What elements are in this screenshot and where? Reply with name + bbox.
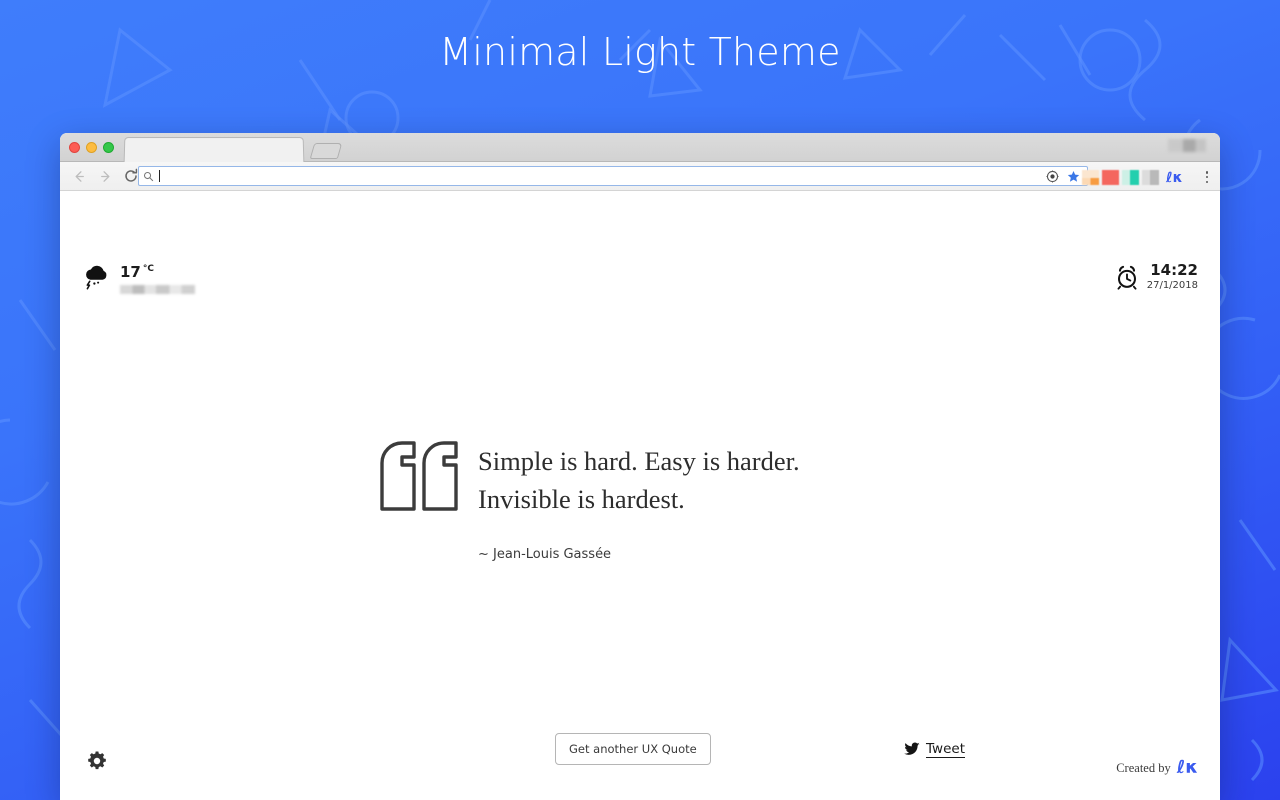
desktop-backdrop: Minimal Light Theme New Tab × xyxy=(0,0,1280,800)
weather-unit: °C xyxy=(142,264,154,274)
clock-widget[interactable]: 14:22 27/1/2018 xyxy=(1114,261,1198,292)
page-title: Minimal Light Theme xyxy=(439,30,841,74)
extension-red-icon[interactable] xyxy=(1102,170,1119,185)
weather-widget[interactable]: 17 °C xyxy=(82,263,195,294)
extensions-strip[interactable]: ℓκ xyxy=(1082,170,1183,185)
address-input[interactable] xyxy=(154,169,1046,183)
address-bar[interactable] xyxy=(138,166,1088,186)
forward-button[interactable] xyxy=(94,165,116,187)
close-window-button[interactable] xyxy=(69,142,80,153)
titlebar-redacted-region xyxy=(1168,139,1206,152)
search-icon xyxy=(143,171,154,181)
gear-icon xyxy=(88,751,106,770)
minimize-window-button[interactable] xyxy=(86,142,97,153)
credit-footer[interactable]: Created by ℓκ xyxy=(1116,759,1198,777)
browser-window: New Tab × xyxy=(60,133,1220,800)
window-controls[interactable] xyxy=(69,142,114,153)
quote-author: ~ Jean-Louis Gassée xyxy=(478,547,612,563)
weather-location-redacted xyxy=(120,285,195,294)
new-tab-button[interactable] xyxy=(309,143,343,159)
maximize-window-button[interactable] xyxy=(103,142,114,153)
quote-line-1: Simple is hard. Easy is harder. xyxy=(478,446,800,476)
quote-line-2: Invisible is hardest. xyxy=(478,483,685,514)
extension-uxchrome-icon[interactable]: ℓκ xyxy=(1166,171,1183,185)
settings-button[interactable] xyxy=(86,750,108,777)
twitter-bird-icon xyxy=(904,742,920,755)
new-tab-page: 17 °C 14:22 27/1/2018 Simple is hard. Ea… xyxy=(60,191,1220,799)
double-quote-icon xyxy=(380,441,458,511)
extension-teal-icon[interactable] xyxy=(1122,170,1139,185)
thunderstorm-cloud-icon xyxy=(86,265,107,290)
clock-time: 14:22 xyxy=(1150,261,1198,279)
browser-menu-button[interactable] xyxy=(1200,169,1214,185)
get-another-quote-button[interactable]: Get another UX Quote xyxy=(555,733,711,765)
tweet-link[interactable]: Tweet xyxy=(904,741,965,758)
clock-date: 27/1/2018 xyxy=(1146,279,1198,291)
back-button[interactable] xyxy=(68,165,90,187)
arrow-right-icon xyxy=(100,170,109,182)
uxchrome-logo-icon[interactable]: ℓκ xyxy=(1177,759,1198,777)
credit-text: Created by xyxy=(1116,760,1171,775)
browser-tab[interactable] xyxy=(123,137,305,163)
reload-icon xyxy=(125,168,138,182)
tweet-label: Tweet xyxy=(926,740,965,758)
profile-icon[interactable] xyxy=(1046,169,1059,183)
extension-orange-icon[interactable] xyxy=(1082,170,1099,185)
quote-actions: Get another UX Quote Tweet xyxy=(555,733,965,765)
arrow-left-icon xyxy=(75,170,84,182)
star-icon[interactable] xyxy=(1067,170,1080,183)
browser-toolbar: ℓκ xyxy=(60,162,1220,191)
extension-grey-icon[interactable] xyxy=(1142,170,1159,185)
alarm-clock-icon xyxy=(1117,266,1137,291)
browser-titlebar: New Tab × xyxy=(60,133,1220,291)
quote-section: Simple is hard. Easy is harder. Invisibl… xyxy=(378,439,998,562)
weather-temperature: 17 xyxy=(120,263,141,281)
